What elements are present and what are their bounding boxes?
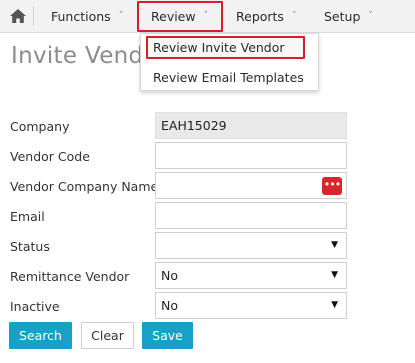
more-dots-icon[interactable]: ••• — [322, 177, 342, 195]
menu-item-review-email-templates[interactable]: Review Email Templates — [153, 70, 304, 85]
dropdown-arrow-icon: ▼ — [331, 300, 338, 310]
remittance-vendor-label: Remittance Vendor — [10, 269, 130, 284]
chevron-down-icon: ˅ — [118, 11, 124, 21]
status-select[interactable]: ▼ — [155, 232, 347, 259]
vendor-code-label: Vendor Code — [10, 149, 90, 164]
nav-setup-label: Setup — [324, 9, 361, 24]
vendor-company-name-input[interactable]: ••• — [155, 172, 347, 199]
company-label: Company — [10, 119, 70, 134]
nav-reports-label: Reports — [236, 9, 284, 24]
clear-button[interactable]: Clear — [81, 322, 134, 349]
home-icon[interactable] — [9, 8, 27, 24]
vendor-company-name-label: Vendor Company Name — [10, 179, 159, 194]
vendor-code-input[interactable] — [155, 142, 347, 169]
nav-functions-label: Functions — [51, 9, 111, 24]
email-input[interactable] — [155, 202, 347, 229]
inactive-label: Inactive — [10, 299, 60, 314]
dropdown-arrow-icon: ▼ — [331, 270, 338, 280]
dropdown-arrow-icon: ▼ — [331, 240, 338, 250]
search-button[interactable]: Search — [9, 322, 72, 349]
review-highlight-box — [137, 1, 223, 32]
remittance-vendor-value: No — [161, 268, 178, 283]
nav-divider — [33, 6, 34, 26]
nav-setup[interactable]: Setup ˅ — [324, 0, 373, 33]
remittance-vendor-select[interactable]: No ▼ — [155, 262, 347, 289]
save-button[interactable]: Save — [142, 322, 193, 349]
chevron-down-icon: ˅ — [291, 11, 297, 21]
company-value: EAH15029 — [161, 118, 227, 133]
email-label: Email — [10, 209, 45, 224]
review-dropdown-menu: Review Invite Vendor Review Email Templa… — [140, 33, 319, 91]
nav-reports[interactable]: Reports ˅ — [236, 0, 296, 33]
inactive-value: No — [161, 298, 178, 313]
nav-functions[interactable]: Functions ˅ — [51, 0, 123, 33]
top-nav-bar: Functions ˅ Review ˅ Reports ˅ Setup ˅ — [0, 0, 415, 33]
inactive-select[interactable]: No ▼ — [155, 292, 347, 319]
status-label: Status — [10, 239, 50, 254]
chevron-down-icon: ˅ — [368, 11, 373, 21]
company-field: EAH15029 — [155, 112, 347, 139]
menu-item-review-invite-vendor[interactable]: Review Invite Vendor — [153, 40, 285, 55]
